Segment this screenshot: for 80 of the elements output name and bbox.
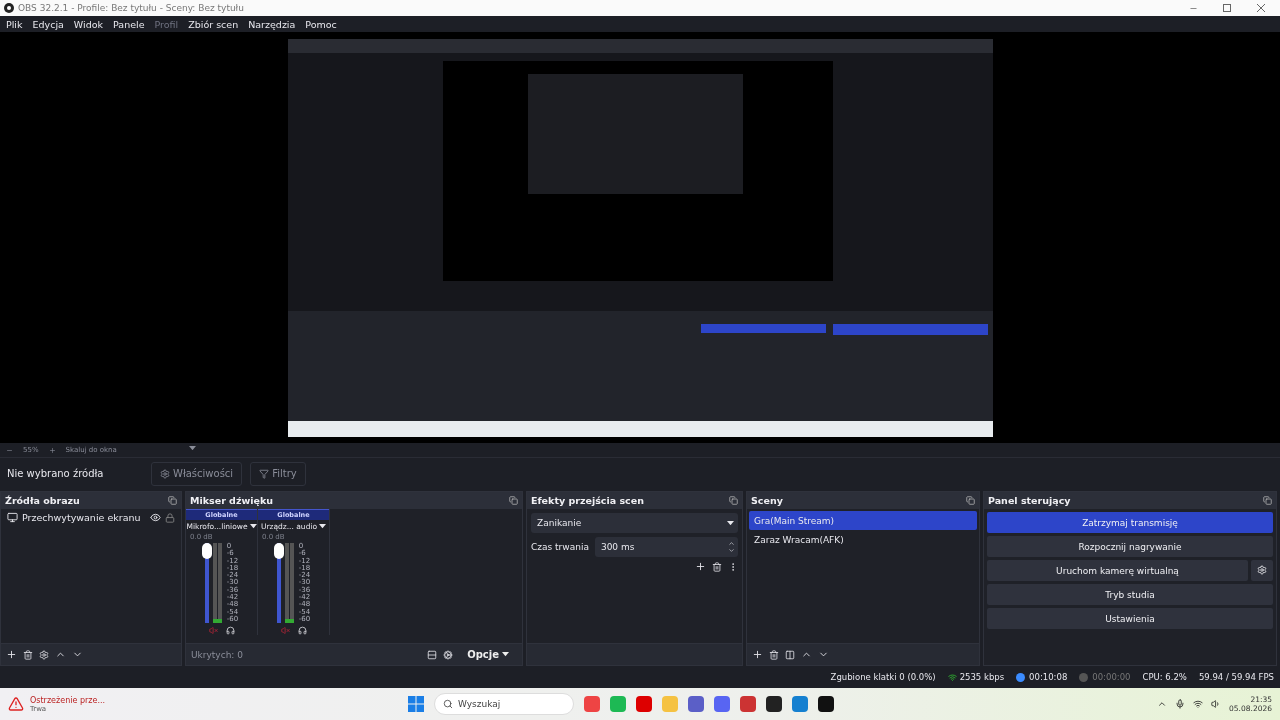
transition-dropdown[interactable]: Zanikanie (531, 513, 738, 533)
control-button[interactable]: Uruchom kamerę wirtualną (987, 560, 1248, 581)
volume-thumb[interactable] (273, 543, 284, 559)
control-button[interactable]: Tryb studia (987, 584, 1273, 605)
settings-icon[interactable] (39, 649, 49, 660)
dropped-frames: Zgubione klatki 0 (0.0%) (830, 672, 936, 682)
warning-icon (8, 696, 24, 712)
scene-item[interactable]: Gra(Main Stream) (749, 511, 977, 530)
dock-title: Mikser dźwięku (190, 495, 273, 506)
duration-label: Czas trwania (531, 542, 589, 552)
hidden-count: Ukrytych: 0 (191, 649, 244, 660)
visibility-icon[interactable] (150, 512, 161, 523)
float-icon[interactable] (509, 496, 518, 505)
decrement-icon[interactable] (728, 547, 735, 554)
wifi-icon[interactable] (1193, 699, 1204, 709)
menu-item[interactable]: Panele (113, 18, 145, 30)
zoom-in-icon[interactable] (48, 446, 56, 454)
menu-item[interactable]: Plik (6, 18, 23, 30)
control-button[interactable]: Ustawienia (987, 608, 1273, 629)
taskbar-search[interactable]: Wyszukaj (434, 693, 574, 715)
headphones-icon[interactable] (225, 626, 235, 635)
lock-icon[interactable] (165, 512, 175, 523)
stream-time: 00:10:08 (1029, 672, 1068, 682)
caret-down-icon (319, 524, 327, 529)
caret-down-icon (249, 524, 257, 529)
record-time: 00:00:00 (1092, 672, 1131, 682)
source-status: Nie wybrano źródła (7, 468, 105, 479)
caret-down-icon (188, 446, 196, 451)
control-button[interactable]: Rozpocznij nagrywanie (987, 536, 1273, 557)
advanced-settings-icon[interactable] (443, 649, 454, 660)
options-button[interactable]: Opcje (459, 645, 517, 664)
increment-icon[interactable] (728, 540, 735, 547)
menu-item[interactable]: Zbiór scen (188, 18, 239, 30)
source-item[interactable]: Przechwytywanie ekranu (22, 512, 146, 523)
add-icon[interactable] (695, 561, 706, 572)
float-icon[interactable] (729, 496, 738, 505)
dock-title: Efekty przejścia scen (531, 495, 644, 506)
menu-item[interactable]: Edycja (32, 18, 64, 30)
start-icon[interactable] (408, 696, 424, 712)
search-icon (443, 699, 453, 709)
add-icon[interactable] (6, 649, 17, 660)
settings-button[interactable] (1251, 560, 1273, 581)
dock-title: Sceny (751, 495, 783, 506)
trash-icon[interactable] (712, 561, 722, 572)
gear-icon (1257, 564, 1267, 575)
bitrate: 2535 kbps (959, 672, 1005, 682)
caret-down-icon (727, 520, 734, 526)
properties-button[interactable]: Właściwości (151, 461, 243, 486)
menu-item[interactable]: Narzędzia (248, 18, 296, 30)
app-icon[interactable] (818, 696, 834, 712)
scene-item[interactable]: Zaraz Wracam(AFK) (749, 530, 977, 549)
headphones-icon[interactable] (297, 626, 307, 635)
trash-icon[interactable] (23, 649, 33, 660)
app-icon[interactable] (766, 696, 782, 712)
notification-title: Ostrzeżenie prze... (30, 695, 105, 705)
control-button[interactable]: Zatrzymaj transmisję (987, 512, 1273, 533)
float-icon[interactable] (966, 496, 975, 505)
dock-title: Panel sterujący (988, 495, 1071, 506)
volume-thumb[interactable] (201, 543, 212, 559)
fps: 59.94 / 59.94 FPS (1198, 672, 1274, 682)
cpu-usage: CPU: 6.2% (1142, 672, 1187, 682)
layout-icon[interactable] (427, 649, 438, 660)
menu-item[interactable]: Widok (73, 18, 104, 30)
volume-icon[interactable] (1211, 699, 1222, 709)
float-icon[interactable] (168, 496, 177, 505)
trash-icon[interactable] (769, 649, 779, 660)
dock-title: Źródła obrazu (5, 495, 80, 506)
monitor-icon (7, 512, 18, 523)
app-logo-icon (4, 3, 14, 13)
microphone-icon[interactable] (1175, 699, 1186, 709)
gear-icon (160, 468, 170, 479)
window-title: OBS 32.2.1 - Profile: Bez tytułu - Sceny: Bez tytułu (18, 3, 245, 13)
add-icon[interactable] (752, 649, 763, 660)
caret-down-icon (502, 652, 509, 657)
float-icon[interactable] (1263, 496, 1272, 505)
menu-item[interactable]: Pomoc (305, 18, 337, 30)
duration-field[interactable]: 300 ms (594, 537, 738, 557)
filters-button[interactable]: Filtry (250, 461, 306, 486)
tray-chevron-icon[interactable] (1157, 699, 1168, 709)
signal-icon (947, 672, 957, 682)
